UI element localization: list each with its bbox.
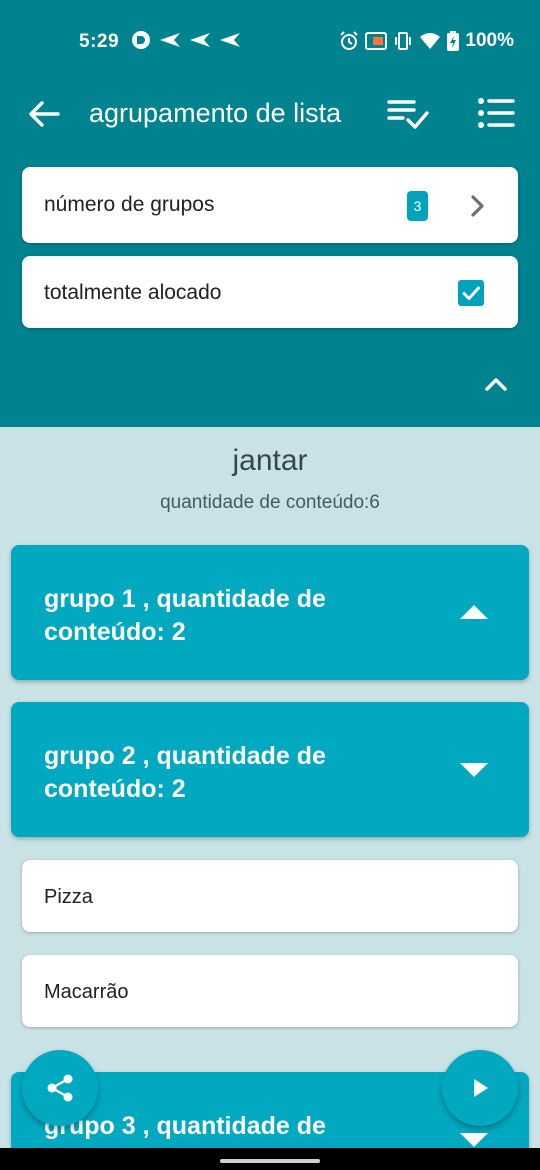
share-button[interactable] [22,1050,98,1126]
chevron-up-icon [485,378,507,391]
group-header-1[interactable]: grupo 1 , quantidade de conteúdo: 2 [11,545,529,680]
fully-allocated-checkbox[interactable] [458,280,484,306]
playlist-check-icon [387,100,429,129]
triangle-down-icon [460,763,488,777]
status-notification-icons [131,30,241,50]
group-header-2[interactable]: grupo 2 , quantidade de conteúdo: 2 [11,702,529,837]
triangle-up-icon [460,605,488,619]
group-count-setting[interactable]: número de grupos 3 [22,167,518,243]
list-subtitle: quantidade de conteúdo:6 [160,492,380,513]
app-bar: agrupamento de lista [0,84,540,144]
home-gesture-handle[interactable] [220,1159,320,1163]
share-icon [47,1074,73,1102]
alarm-icon [340,31,359,50]
check-icon [462,286,480,300]
list-item-label: Pizza [44,886,93,908]
list-item-label: Macarrão [44,981,129,1003]
app-notification-icon [132,31,150,49]
group-count-badge: 3 [407,191,428,221]
group-header-label: grupo 2 , quantidade de conteúdo: 2 [44,742,326,803]
status-bar: 5:29 100% [0,26,540,58]
vibrate-icon [395,32,412,50]
list-item[interactable]: Pizza [22,860,518,932]
collapse-settings-button[interactable] [480,368,512,400]
battery-level: 100% [465,30,514,51]
fully-allocated-label: totalmente alocado [44,281,222,304]
chevron-right-icon [471,195,484,217]
page-title: agrupamento de lista [89,98,342,128]
wifi-icon [420,33,441,49]
checklist-button[interactable] [386,96,430,132]
list-title: jantar [232,444,308,477]
top-panel: 5:29 100% agrupamento de lista número de… [0,0,540,427]
group-count-label: número de grupos [44,193,215,216]
list-view-button[interactable] [476,96,516,132]
play-icon [474,1079,488,1097]
system-navigation-bar [0,1148,540,1170]
play-button[interactable] [442,1050,518,1126]
send-icon [220,33,240,47]
group-header-label: grupo 1 , quantidade de conteúdo: 2 [44,585,326,646]
send-icon [190,33,210,47]
back-button[interactable] [24,94,64,134]
status-system-icons: 100% [339,30,514,52]
cast-icon [365,32,388,50]
battery-icon [447,31,460,51]
arrow-back-icon [29,101,60,127]
fully-allocated-setting: totalmente alocado [22,256,518,328]
send-icon [160,33,180,47]
list-icon [478,98,515,128]
list-item[interactable]: Macarrão [22,955,518,1027]
status-time: 5:29 [79,31,120,52]
